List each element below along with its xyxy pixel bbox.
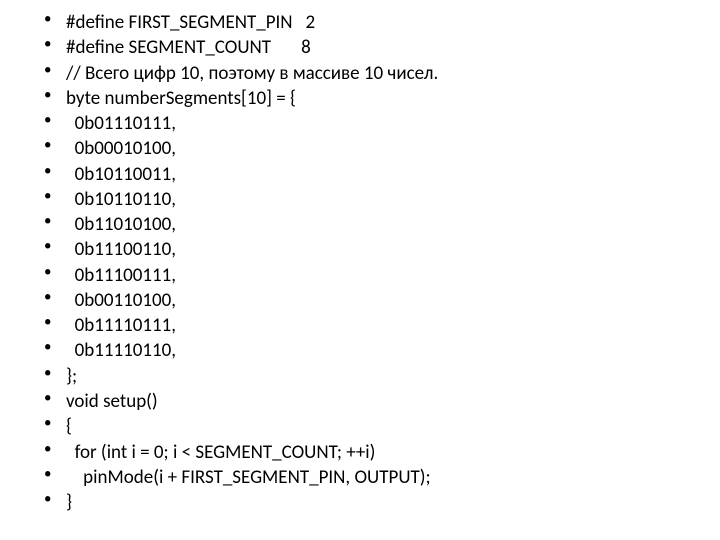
list-item: }; — [44, 364, 720, 389]
list-item: 0b11110110, — [44, 338, 720, 363]
list-item: { — [44, 414, 720, 439]
list-item: // Всего цифр 10, поэтому в массиве 10 ч… — [44, 61, 720, 86]
list-item: 0b11100111, — [44, 263, 720, 288]
list-item: void setup() — [44, 389, 720, 414]
list-item: byte numberSegments[10] = { — [44, 86, 720, 111]
list-item: #define FIRST_SEGMENT_PIN 2 — [44, 10, 720, 35]
list-item: 0b10110011, — [44, 162, 720, 187]
list-item: #define SEGMENT_COUNT 8 — [44, 35, 720, 60]
list-item: 0b00110100, — [44, 288, 720, 313]
list-item: 0b11100110, — [44, 237, 720, 262]
list-item: } — [44, 490, 720, 515]
list-item: pinMode(i + FIRST_SEGMENT_PIN, OUTPUT); — [44, 465, 720, 490]
list-item: 0b11110111, — [44, 313, 720, 338]
list-item: 0b01110111, — [44, 111, 720, 136]
code-list: #define FIRST_SEGMENT_PIN 2 #define SEGM… — [0, 10, 720, 515]
list-item: for (int i = 0; i < SEGMENT_COUNT; ++i) — [44, 440, 720, 465]
list-item: 0b10110110, — [44, 187, 720, 212]
list-item: 0b00010100, — [44, 136, 720, 161]
list-item: 0b11010100, — [44, 212, 720, 237]
